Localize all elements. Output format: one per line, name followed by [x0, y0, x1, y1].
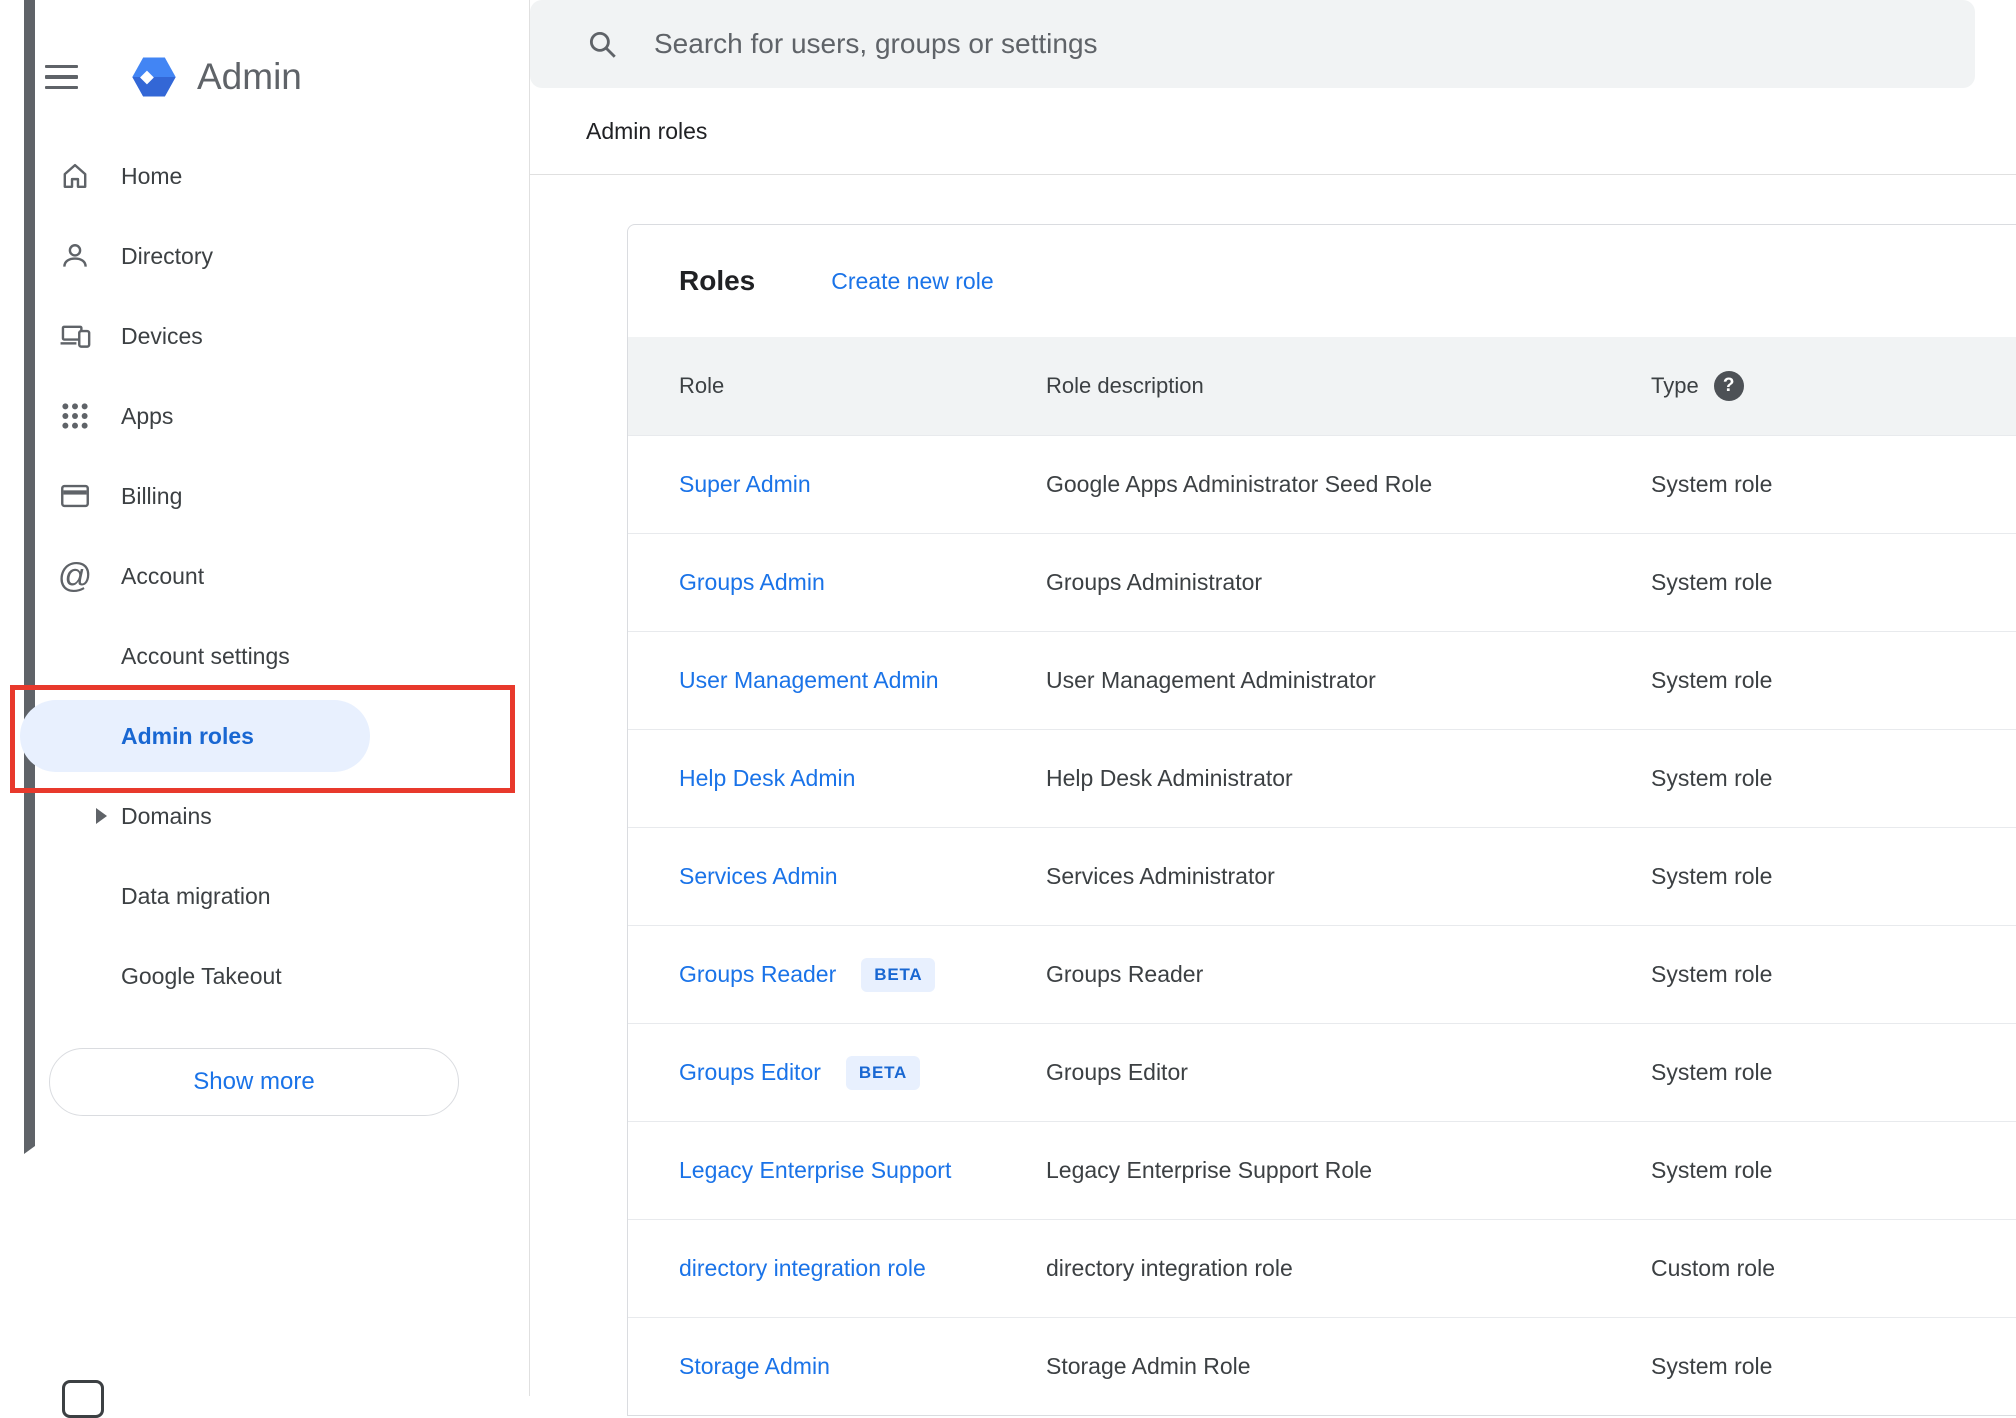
- role-type: System role: [1651, 667, 1773, 693]
- role-description: Services Administrator: [1046, 863, 1275, 889]
- table-row: Groups Editor BETA Groups Editor System …: [628, 1023, 2016, 1121]
- sidebar-item-domains[interactable]: Domains: [0, 776, 529, 856]
- table-row: Legacy Enterprise Support Legacy Enterpr…: [628, 1121, 2016, 1219]
- role-type: System role: [1651, 1353, 1773, 1379]
- table-row: Storage Admin Storage Admin Role System …: [628, 1317, 2016, 1415]
- search-icon: [589, 31, 616, 58]
- beta-badge: BETA: [845, 1055, 921, 1090]
- role-description: Groups Reader: [1046, 961, 1204, 987]
- role-link[interactable]: Groups Admin: [679, 569, 825, 596]
- sidebar-nav: Home Directory Devices Apps Billing @ Ac…: [0, 0, 529, 1154]
- role-link[interactable]: User Management Admin: [679, 667, 939, 694]
- roles-table-body: Super Admin Google Apps Administrator Se…: [628, 435, 2016, 1415]
- sidebar-item-admin-roles[interactable]: Admin roles: [0, 696, 529, 776]
- role-type: Custom role: [1651, 1255, 1775, 1281]
- table-header: Role Role description Type ?: [628, 337, 2016, 435]
- breadcrumb: Admin roles: [586, 117, 708, 144]
- role-link[interactable]: Help Desk Admin: [679, 765, 855, 792]
- role-type: System role: [1651, 1157, 1773, 1183]
- table-row: Super Admin Google Apps Administrator Se…: [628, 435, 2016, 533]
- role-type: System role: [1651, 569, 1773, 595]
- role-description: Help Desk Administrator: [1046, 765, 1293, 791]
- main-content: Admin roles Roles Create new role Role R…: [530, 0, 2016, 1416]
- column-header-description: Role description: [1046, 373, 1204, 398]
- role-type: System role: [1651, 471, 1773, 497]
- role-description: User Management Administrator: [1046, 667, 1376, 693]
- cut-off-bottom-icon: [62, 1380, 104, 1418]
- sidebar-item-account-settings[interactable]: Account settings: [0, 616, 529, 696]
- role-description: directory integration role: [1046, 1255, 1293, 1281]
- sidebar-item-google-takeout[interactable]: Google Takeout: [0, 936, 529, 1016]
- role-description: Legacy Enterprise Support Role: [1046, 1157, 1373, 1183]
- role-description: Storage Admin Role: [1046, 1353, 1251, 1379]
- role-type: System role: [1651, 765, 1773, 791]
- table-row: Services Admin Services Administrator Sy…: [628, 827, 2016, 925]
- role-link[interactable]: Groups Editor: [679, 1059, 821, 1086]
- beta-badge: BETA: [861, 957, 936, 992]
- card-title: Roles: [679, 265, 756, 296]
- sidebar-item-label: Home: [121, 162, 183, 189]
- create-new-role-link[interactable]: Create new role: [831, 268, 993, 295]
- table-row: directory integration role directory int…: [628, 1219, 2016, 1317]
- sidebar-item-label: Apps: [121, 402, 174, 429]
- sidebar-item-label: Directory: [121, 242, 214, 269]
- role-link[interactable]: directory integration role: [679, 1255, 926, 1282]
- sidebar-item-label: Billing: [121, 482, 183, 509]
- column-header-role: Role: [679, 373, 725, 398]
- help-icon[interactable]: ?: [1713, 371, 1744, 401]
- role-link[interactable]: Services Admin: [679, 863, 838, 890]
- roles-card: Roles Create new role Role Role descript…: [627, 224, 2016, 1416]
- role-type: System role: [1651, 863, 1773, 889]
- sidebar-item-data-migration[interactable]: Data migration: [0, 856, 529, 936]
- sidebar-item-label: Account: [121, 562, 205, 589]
- sidebar-item-label: Data migration: [121, 882, 271, 909]
- table-row: Groups Admin Groups Administrator System…: [628, 533, 2016, 631]
- sidebar-item-account[interactable]: @ Account: [0, 536, 529, 616]
- sidebar: Admin Home Directory Devices Apps Billin…: [0, 0, 530, 1418]
- role-type: System role: [1651, 1059, 1773, 1085]
- search-bar[interactable]: [530, 0, 1975, 88]
- sidebar-item-label: Account settings: [121, 642, 290, 669]
- card-header: Roles Create new role: [628, 225, 2016, 337]
- table-row: User Management Admin User Management Ad…: [628, 631, 2016, 729]
- search-input[interactable]: [654, 28, 1975, 60]
- role-description: Groups Administrator: [1046, 569, 1263, 595]
- role-link[interactable]: Legacy Enterprise Support: [679, 1157, 951, 1184]
- role-link[interactable]: Storage Admin: [679, 1353, 830, 1380]
- sidebar-item-label: Domains: [121, 802, 212, 829]
- role-link[interactable]: Super Admin: [679, 471, 811, 498]
- sidebar-item-label: Devices: [121, 322, 203, 349]
- table-row: Groups Reader BETA Groups Reader System …: [628, 925, 2016, 1023]
- role-link[interactable]: Groups Reader: [679, 961, 836, 988]
- role-type: System role: [1651, 961, 1773, 987]
- sidebar-item-label: Google Takeout: [121, 962, 282, 989]
- role-description: Groups Editor: [1046, 1059, 1188, 1085]
- sidebar-item-label: Admin roles: [121, 722, 254, 749]
- table-row: Help Desk Admin Help Desk Administrator …: [628, 729, 2016, 827]
- role-description: Google Apps Administrator Seed Role: [1046, 471, 1433, 497]
- breadcrumb-row: Admin roles: [530, 88, 2016, 175]
- column-header-type: Type: [1651, 373, 1699, 398]
